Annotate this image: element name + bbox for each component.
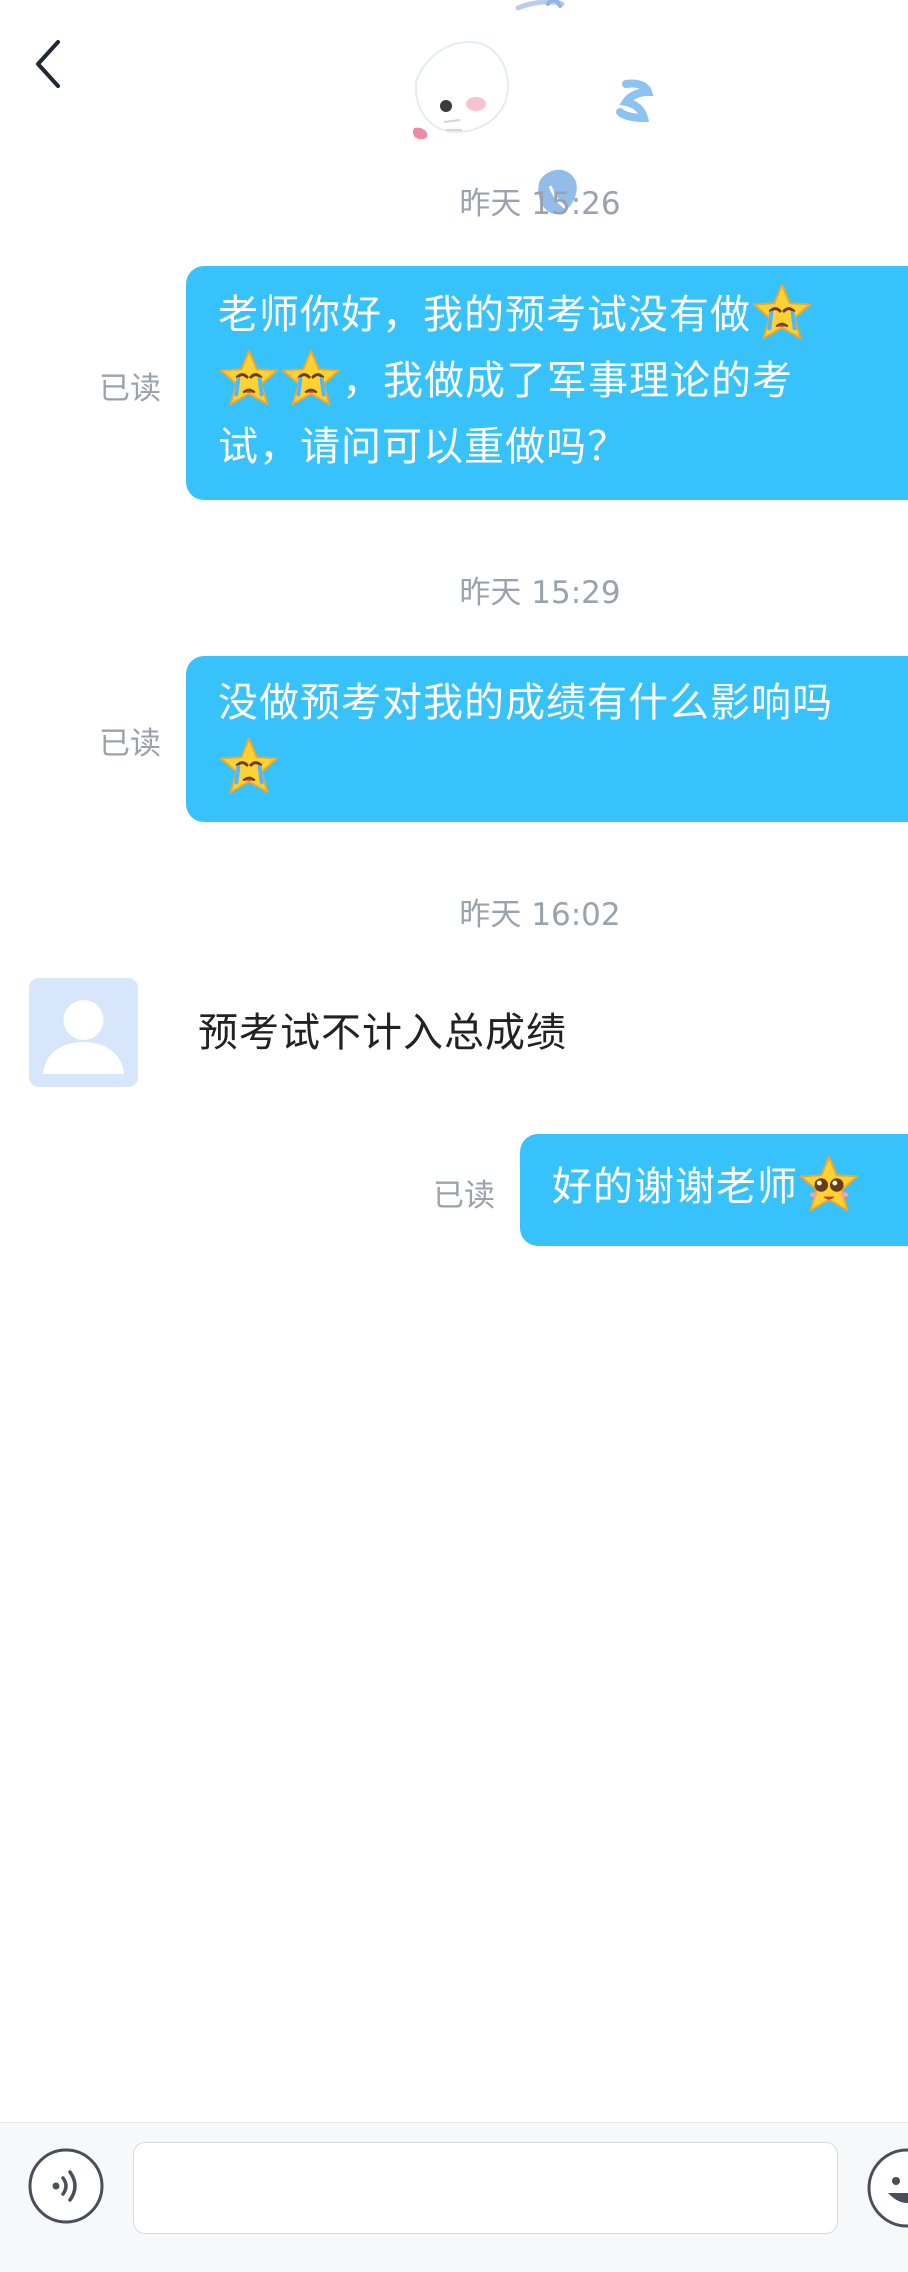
outgoing-message-bubble[interactable]: 好的谢谢老师: [520, 1134, 908, 1246]
timestamp: 昨天 15:29: [459, 575, 621, 611]
read-receipt: 已读: [99, 726, 161, 762]
emoji-button[interactable]: [866, 2147, 908, 2229]
avatar[interactable]: [29, 978, 138, 1087]
default-avatar-icon: [29, 978, 138, 1087]
crying-star-emoji-icon: [219, 737, 279, 794]
outgoing-message-bubble[interactable]: 老师你好，我的预考试没有做 ，我做成了军事理论的考 试，请问可以重做吗？: [186, 266, 908, 500]
outgoing-message-bubble[interactable]: 没做预考对我的成绩有什么影响吗: [186, 656, 908, 822]
message-text: 没做预考对我的成绩有什么影响吗: [218, 680, 833, 726]
incoming-message-text[interactable]: 预考试不计入总成绩: [198, 1000, 567, 1058]
timestamp: 昨天 16:02: [459, 897, 621, 933]
timestamp: 昨天 15:26: [459, 186, 621, 222]
message-text: 老师你好，我的预考试没有做: [218, 292, 751, 338]
emoji-face-icon: [867, 2148, 908, 2228]
read-receipt: 已读: [433, 1178, 495, 1214]
chat-screen: 昨天 15:26 已读 老师你好，我的预考试没有做 ，我做成了军事理论的考 试，…: [0, 0, 908, 2272]
back-button[interactable]: [26, 36, 70, 92]
crying-star-emoji-icon: [219, 349, 279, 406]
message-text: 好的谢谢老师: [552, 1164, 798, 1210]
crying-star-emoji-icon: [752, 283, 812, 340]
read-receipt: 已读: [99, 371, 161, 407]
message-text: 试，请问可以重做吗？: [218, 424, 628, 470]
chevron-left-icon: [36, 40, 60, 88]
voice-icon: [28, 2148, 104, 2224]
message-input[interactable]: [133, 2142, 838, 2234]
crying-star-emoji-icon: [281, 349, 341, 406]
message-text: ，我做成了军事理论的考: [342, 358, 793, 404]
starry-eyed-star-emoji-icon: [799, 1155, 859, 1212]
voice-button[interactable]: [27, 2147, 105, 2225]
